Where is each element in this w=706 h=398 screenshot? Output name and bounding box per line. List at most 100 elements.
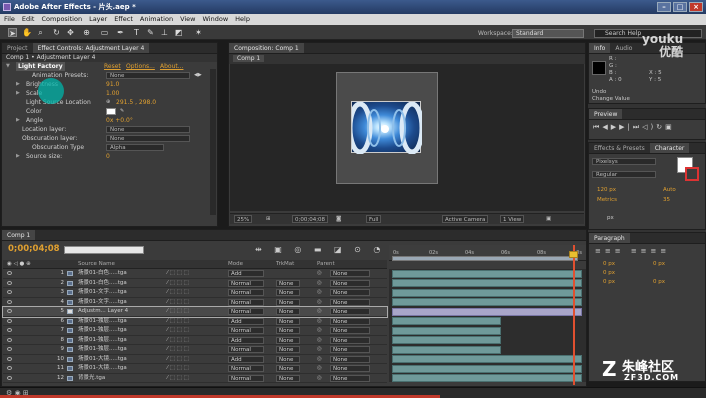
visibility-eye-icon[interactable] bbox=[7, 290, 12, 294]
visibility-eye-icon[interactable] bbox=[7, 375, 12, 380]
blend-mode-select[interactable]: Normal bbox=[228, 374, 264, 382]
current-time-indicator[interactable] bbox=[573, 245, 575, 385]
stroke-units[interactable]: px bbox=[607, 215, 614, 221]
parent-select[interactable]: None bbox=[330, 336, 370, 344]
hand-tool-icon[interactable]: ✋ bbox=[22, 28, 32, 37]
kerning-value[interactable]: Metrics bbox=[597, 197, 617, 203]
selection-tool-icon[interactable]: ➤ bbox=[8, 28, 17, 38]
audio-icon[interactable]: ◁) bbox=[642, 123, 656, 131]
layer-row[interactable]: 8 场景01-独层.....tga ⁄ ⬚ ⬚ ⬚ Add None ◎ None bbox=[3, 336, 387, 345]
scale-value[interactable]: 1.00 bbox=[106, 89, 119, 98]
brush-tool-icon[interactable]: ✎ bbox=[146, 28, 155, 37]
blend-mode-select[interactable]: Normal bbox=[228, 327, 264, 334]
layer-duration-bar[interactable] bbox=[392, 345, 501, 354]
layer-switches-icons[interactable]: ⁄ ⬚ ⬚ ⬚ bbox=[167, 345, 189, 354]
visibility-eye-icon[interactable] bbox=[7, 280, 12, 285]
visibility-eye-icon[interactable] bbox=[7, 356, 12, 361]
layer-duration-bar[interactable] bbox=[392, 336, 501, 344]
menu-view[interactable]: View bbox=[180, 14, 195, 25]
last-frame-icon[interactable]: ⏭ bbox=[633, 123, 642, 131]
layer-row[interactable]: 6 场景01-独层.....tga ⁄ ⬚ ⬚ ⬚ Add None ◎ None bbox=[3, 317, 387, 326]
blend-mode-select[interactable]: Add bbox=[228, 317, 264, 325]
timecode-display[interactable]: 0;00;04;08 bbox=[292, 215, 329, 223]
tracking-value[interactable]: 35 bbox=[663, 197, 670, 203]
parent-column[interactable]: Parent bbox=[317, 260, 335, 269]
layer-row[interactable]: 12 背景光.tga ⁄ ⬚ ⬚ ⬚ Normal None ◎ None bbox=[3, 374, 387, 383]
layer-row[interactable]: 5 Adjustm... Layer 4 ⁄ ⬚ ⬚ ⬚ Normal None ◎ Non… bbox=[2, 306, 388, 318]
track-matte-select[interactable]: None bbox=[276, 317, 300, 325]
layer-switches-icons[interactable]: ⁄ ⬚ ⬚ ⬚ bbox=[167, 326, 189, 335]
parent-select[interactable]: None bbox=[330, 279, 370, 287]
timeline-current-time[interactable]: 0;00;04;08 bbox=[8, 244, 60, 254]
rotate-tool-icon[interactable]: ↻ bbox=[52, 28, 61, 37]
track-matte-select[interactable]: None bbox=[276, 289, 300, 296]
angle-value[interactable]: 0x +0.0° bbox=[106, 116, 133, 125]
font-style-select[interactable]: Regular bbox=[592, 171, 656, 178]
mode-column[interactable]: Mode bbox=[228, 260, 243, 269]
menu-composition[interactable]: Composition bbox=[41, 14, 82, 25]
layer-switches-icons[interactable]: ⁄ ⬚ ⬚ ⬚ bbox=[167, 317, 189, 326]
next-frame-icon[interactable]: ▶| bbox=[619, 123, 633, 131]
menu-edit[interactable]: Edit bbox=[22, 14, 35, 25]
first-frame-icon[interactable]: ⏮ bbox=[593, 123, 602, 131]
layer-switches-icons[interactable]: ⁄ ⬚ ⬚ ⬚ bbox=[167, 336, 189, 345]
blend-mode-select[interactable]: Add bbox=[228, 270, 264, 277]
blend-mode-select[interactable]: Normal bbox=[228, 346, 264, 353]
pickwhip-icon[interactable]: ◎ bbox=[317, 288, 322, 297]
eraser-tool-icon[interactable]: ◩ bbox=[174, 28, 183, 37]
animation-presets-select[interactable]: None bbox=[106, 72, 190, 79]
type-tool-icon[interactable]: T bbox=[132, 28, 141, 37]
layer-switches-icons[interactable]: ⁄ ⬚ ⬚ ⬚ bbox=[167, 269, 189, 278]
effect-name[interactable]: Light Factory bbox=[16, 62, 65, 71]
pickwhip-icon[interactable]: ◎ bbox=[317, 345, 322, 354]
font-family-select[interactable]: Pixelsys bbox=[592, 158, 656, 165]
expand-triangle-icon[interactable]: ▶ bbox=[16, 116, 20, 125]
layer-row[interactable]: 7 场景01-独层.....tga ⁄ ⬚ ⬚ ⬚ Normal None ◎ None bbox=[3, 326, 387, 336]
tab-paragraph[interactable]: Paragraph bbox=[589, 233, 630, 243]
parent-select[interactable]: None bbox=[330, 270, 370, 277]
pickwhip-icon[interactable]: ◎ bbox=[317, 298, 322, 307]
layer-duration-bar[interactable] bbox=[392, 307, 582, 316]
menu-window[interactable]: Window bbox=[203, 14, 229, 25]
visibility-eye-icon[interactable] bbox=[7, 318, 12, 323]
menu-help[interactable]: Help bbox=[235, 14, 250, 25]
layer-name[interactable]: 场景01-独层.....tga bbox=[78, 317, 127, 326]
layer-row[interactable]: 1 场景01-白色.....tga ⁄ ⬚ ⬚ ⬚ Add ◎ None bbox=[3, 269, 387, 279]
effect-controls-scrollbar[interactable] bbox=[210, 69, 216, 215]
visibility-eye-icon[interactable] bbox=[7, 347, 12, 351]
visibility-eye-icon[interactable] bbox=[7, 328, 12, 332]
trkmat-column[interactable]: TrkMat bbox=[276, 260, 294, 269]
about-link[interactable]: About... bbox=[160, 62, 183, 71]
grid-icon[interactable]: ⊞ bbox=[264, 215, 273, 223]
menu-file[interactable]: File bbox=[4, 14, 15, 25]
tab-timeline-comp[interactable]: Comp 1 bbox=[2, 230, 36, 240]
pickwhip-icon[interactable]: ◎ bbox=[317, 317, 322, 326]
leading-value[interactable]: Auto bbox=[663, 187, 676, 193]
ram-preview-icon[interactable]: ▣ bbox=[665, 123, 675, 131]
clone-tool-icon[interactable]: ⊥ bbox=[160, 28, 169, 37]
track-matte-select[interactable]: None bbox=[276, 336, 300, 344]
track-matte-select[interactable]: None bbox=[276, 355, 300, 363]
pickwhip-icon[interactable]: ◎ bbox=[317, 364, 322, 373]
layer-duration-bar[interactable] bbox=[392, 269, 582, 278]
options-link[interactable]: Options... bbox=[126, 62, 155, 71]
camera-select[interactable]: Active Camera bbox=[442, 215, 489, 223]
visibility-eye-icon[interactable] bbox=[7, 337, 12, 342]
timeline-search-input[interactable] bbox=[64, 246, 144, 254]
layer-switches-icons[interactable]: ⁄ ⬚ ⬚ ⬚ bbox=[167, 288, 189, 297]
parent-select[interactable]: None bbox=[330, 365, 370, 372]
layer-duration-bar[interactable] bbox=[392, 374, 582, 382]
prev-frame-icon[interactable]: ◀ bbox=[602, 123, 610, 131]
space-before-value[interactable]: 0 px bbox=[603, 279, 615, 285]
parent-select[interactable]: None bbox=[330, 289, 370, 296]
menu-animation[interactable]: Animation bbox=[140, 14, 173, 25]
blend-mode-select[interactable]: Normal bbox=[228, 279, 264, 287]
obscuration-layer-select[interactable]: None bbox=[106, 135, 190, 142]
layer-name[interactable]: 场景01-文字.....tga bbox=[78, 288, 127, 297]
parent-select[interactable]: None bbox=[330, 308, 370, 315]
close-button[interactable]: × bbox=[689, 2, 703, 12]
zoom-select[interactable]: 25% bbox=[234, 215, 253, 223]
crosshair-icon[interactable]: ⊕ bbox=[106, 98, 110, 107]
minimize-button[interactable]: – bbox=[657, 2, 671, 12]
blend-mode-select[interactable]: Normal bbox=[228, 289, 264, 296]
